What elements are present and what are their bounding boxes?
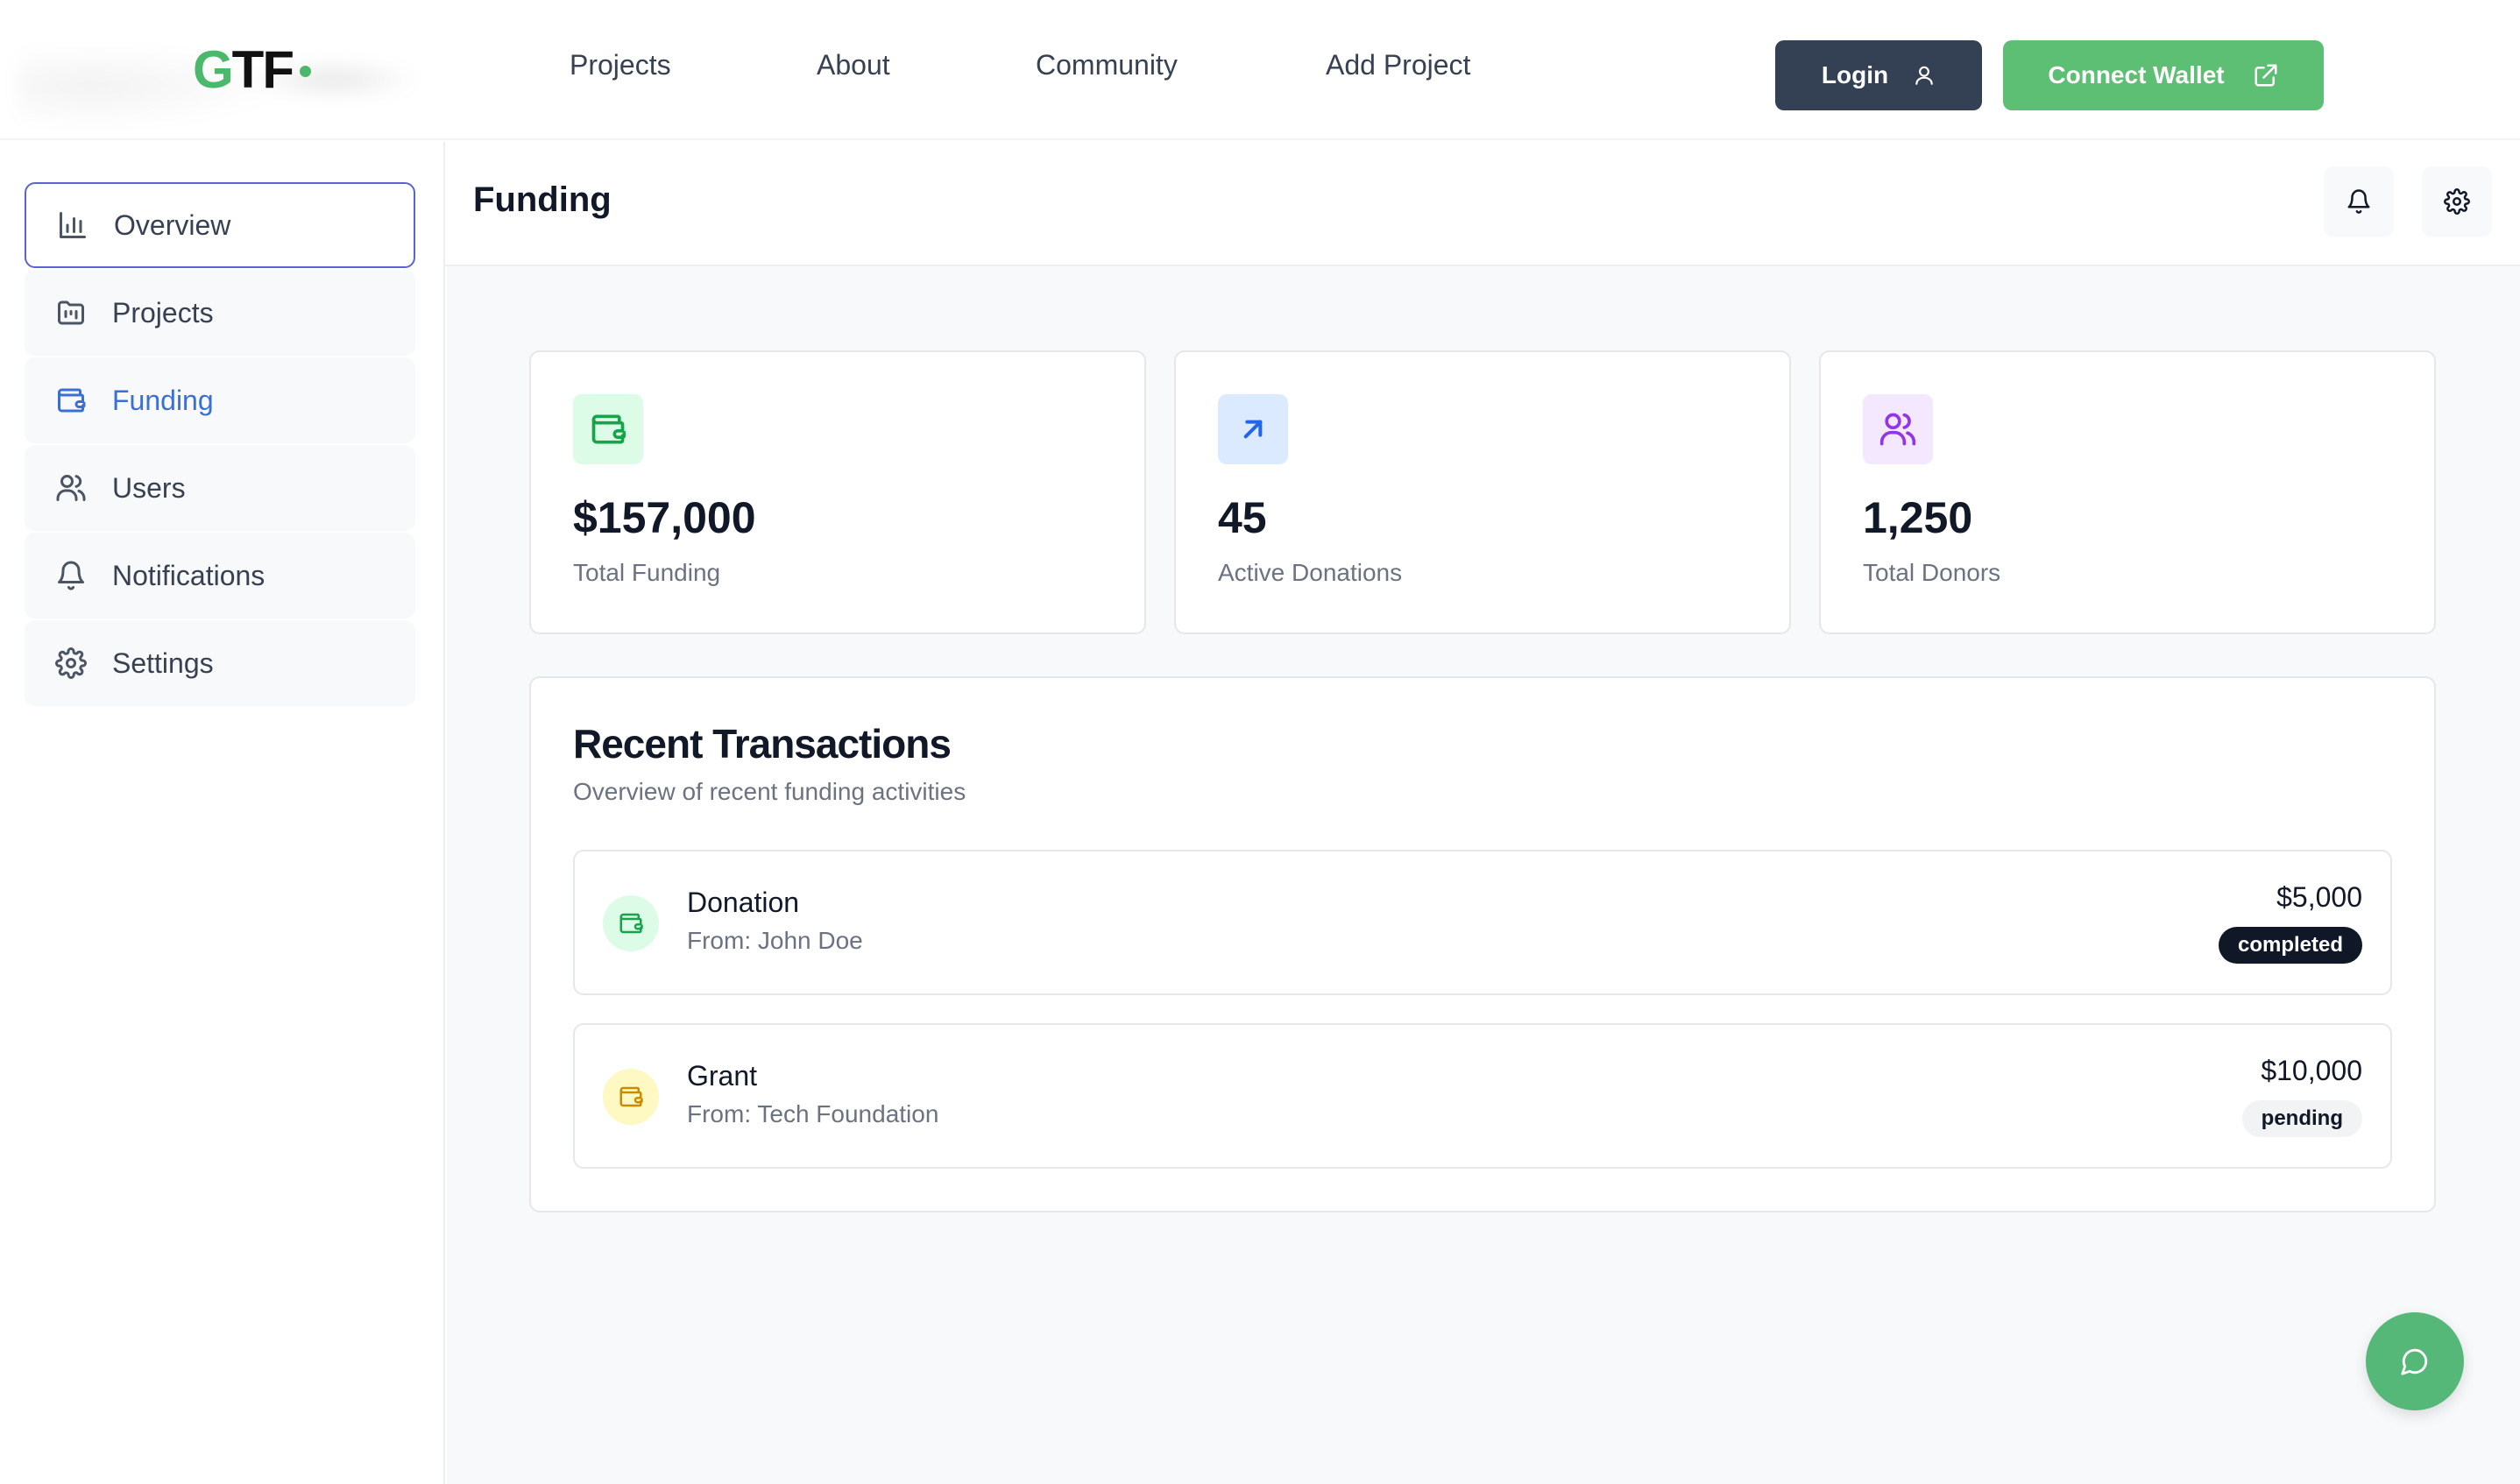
sidebar-item-notifications[interactable]: Notifications <box>25 533 415 618</box>
stat-card-active-donations: 45 Active Donations <box>1174 350 1791 634</box>
bell-icon <box>54 559 88 592</box>
status-badge: completed <box>2218 927 2362 964</box>
recent-transactions-subtitle: Overview of recent funding activities <box>573 778 966 805</box>
settings-button[interactable] <box>2422 166 2492 237</box>
sidebar-item-projects[interactable]: Projects <box>25 270 415 356</box>
transaction-source: From: Tech Foundation <box>687 1100 939 1127</box>
external-link-icon <box>2253 62 2279 88</box>
main-content: $157,000 Total Funding 45 Active Donatio… <box>447 266 2520 1484</box>
wallet-icon <box>603 895 659 951</box>
nav-link-about[interactable]: About <box>817 49 890 81</box>
transaction-type: Grant <box>687 1060 758 1092</box>
login-button-label: Login <box>1821 61 1889 88</box>
status-badge: pending <box>2241 1100 2362 1137</box>
logo-letter-g: G <box>193 40 234 99</box>
logo-letters-tf: TF <box>231 40 294 99</box>
gtf-logo[interactable]: G TF <box>193 40 311 96</box>
logo-dot <box>299 66 311 77</box>
transaction-row[interactable]: Grant From: Tech Foundation $10,000 pend… <box>573 1023 2392 1169</box>
login-button[interactable]: Login <box>1775 40 1982 110</box>
sidebar-item-label: Settings <box>112 647 214 679</box>
stat-value: 45 <box>1218 493 1267 542</box>
stat-label: Active Donations <box>1218 559 1403 586</box>
connect-wallet-label: Connect Wallet <box>2048 61 2225 88</box>
sidebar-item-label: Projects <box>112 296 214 329</box>
page-title: Funding <box>473 180 612 219</box>
sidebar-item-funding[interactable]: Funding <box>25 357 415 443</box>
users-icon <box>1863 394 1933 464</box>
sidebar-item-settings[interactable]: Settings <box>25 620 415 706</box>
stat-label: Total Funding <box>573 559 721 586</box>
wallet-icon <box>603 1069 659 1125</box>
stat-value: $157,000 <box>573 493 756 542</box>
transaction-type: Donation <box>687 887 800 918</box>
recent-transactions-title: Recent Transactions <box>573 721 952 767</box>
arrow-up-right-icon <box>1218 394 1288 464</box>
nav-link-community[interactable]: Community <box>1036 49 1178 81</box>
sidebar-item-users[interactable]: Users <box>25 445 415 531</box>
folder-kanban-icon <box>54 296 88 329</box>
nav-link-projects[interactable]: Projects <box>570 49 671 81</box>
page-header: Funding <box>445 142 2520 266</box>
notifications-button[interactable] <box>2324 166 2394 237</box>
stat-card-total-funding: $157,000 Total Funding <box>529 350 1146 634</box>
sidebar-item-label: Users <box>112 471 186 504</box>
sidebar-item-label: Overview <box>114 208 231 241</box>
stat-label: Total Donors <box>1863 559 2001 586</box>
transaction-amount: $10,000 <box>2261 1055 2362 1086</box>
sidebar-item-label: Funding <box>112 384 214 416</box>
bell-icon <box>2346 188 2372 215</box>
gear-icon <box>54 647 88 680</box>
wallet-icon <box>573 394 643 464</box>
transaction-source: From: John Doe <box>687 927 863 954</box>
chat-button[interactable] <box>2366 1312 2464 1410</box>
sidebar-item-overview[interactable]: Overview <box>25 182 415 268</box>
recent-transactions-panel: Recent Transactions Overview of recent f… <box>529 676 2436 1212</box>
sidebar-item-label: Notifications <box>112 559 265 591</box>
stat-value: 1,250 <box>1863 493 1973 542</box>
sidebar: Overview Projects Funding Users Notifica… <box>0 142 445 1484</box>
gear-icon <box>2444 188 2470 215</box>
bar-chart-icon <box>56 208 89 242</box>
top-navbar: G TF Projects About Community Add Projec… <box>0 0 2520 140</box>
message-circle-icon <box>2400 1346 2430 1376</box>
wallet-icon <box>54 384 88 417</box>
user-icon <box>1913 64 1936 87</box>
connect-wallet-button[interactable]: Connect Wallet <box>2003 40 2324 110</box>
users-icon <box>54 471 88 505</box>
stat-card-total-donors: 1,250 Total Donors <box>1819 350 2436 634</box>
nav-link-add-project[interactable]: Add Project <box>1326 49 1470 81</box>
transaction-amount: $5,000 <box>2276 881 2362 913</box>
transaction-row[interactable]: Donation From: John Doe $5,000 completed <box>573 850 2392 995</box>
